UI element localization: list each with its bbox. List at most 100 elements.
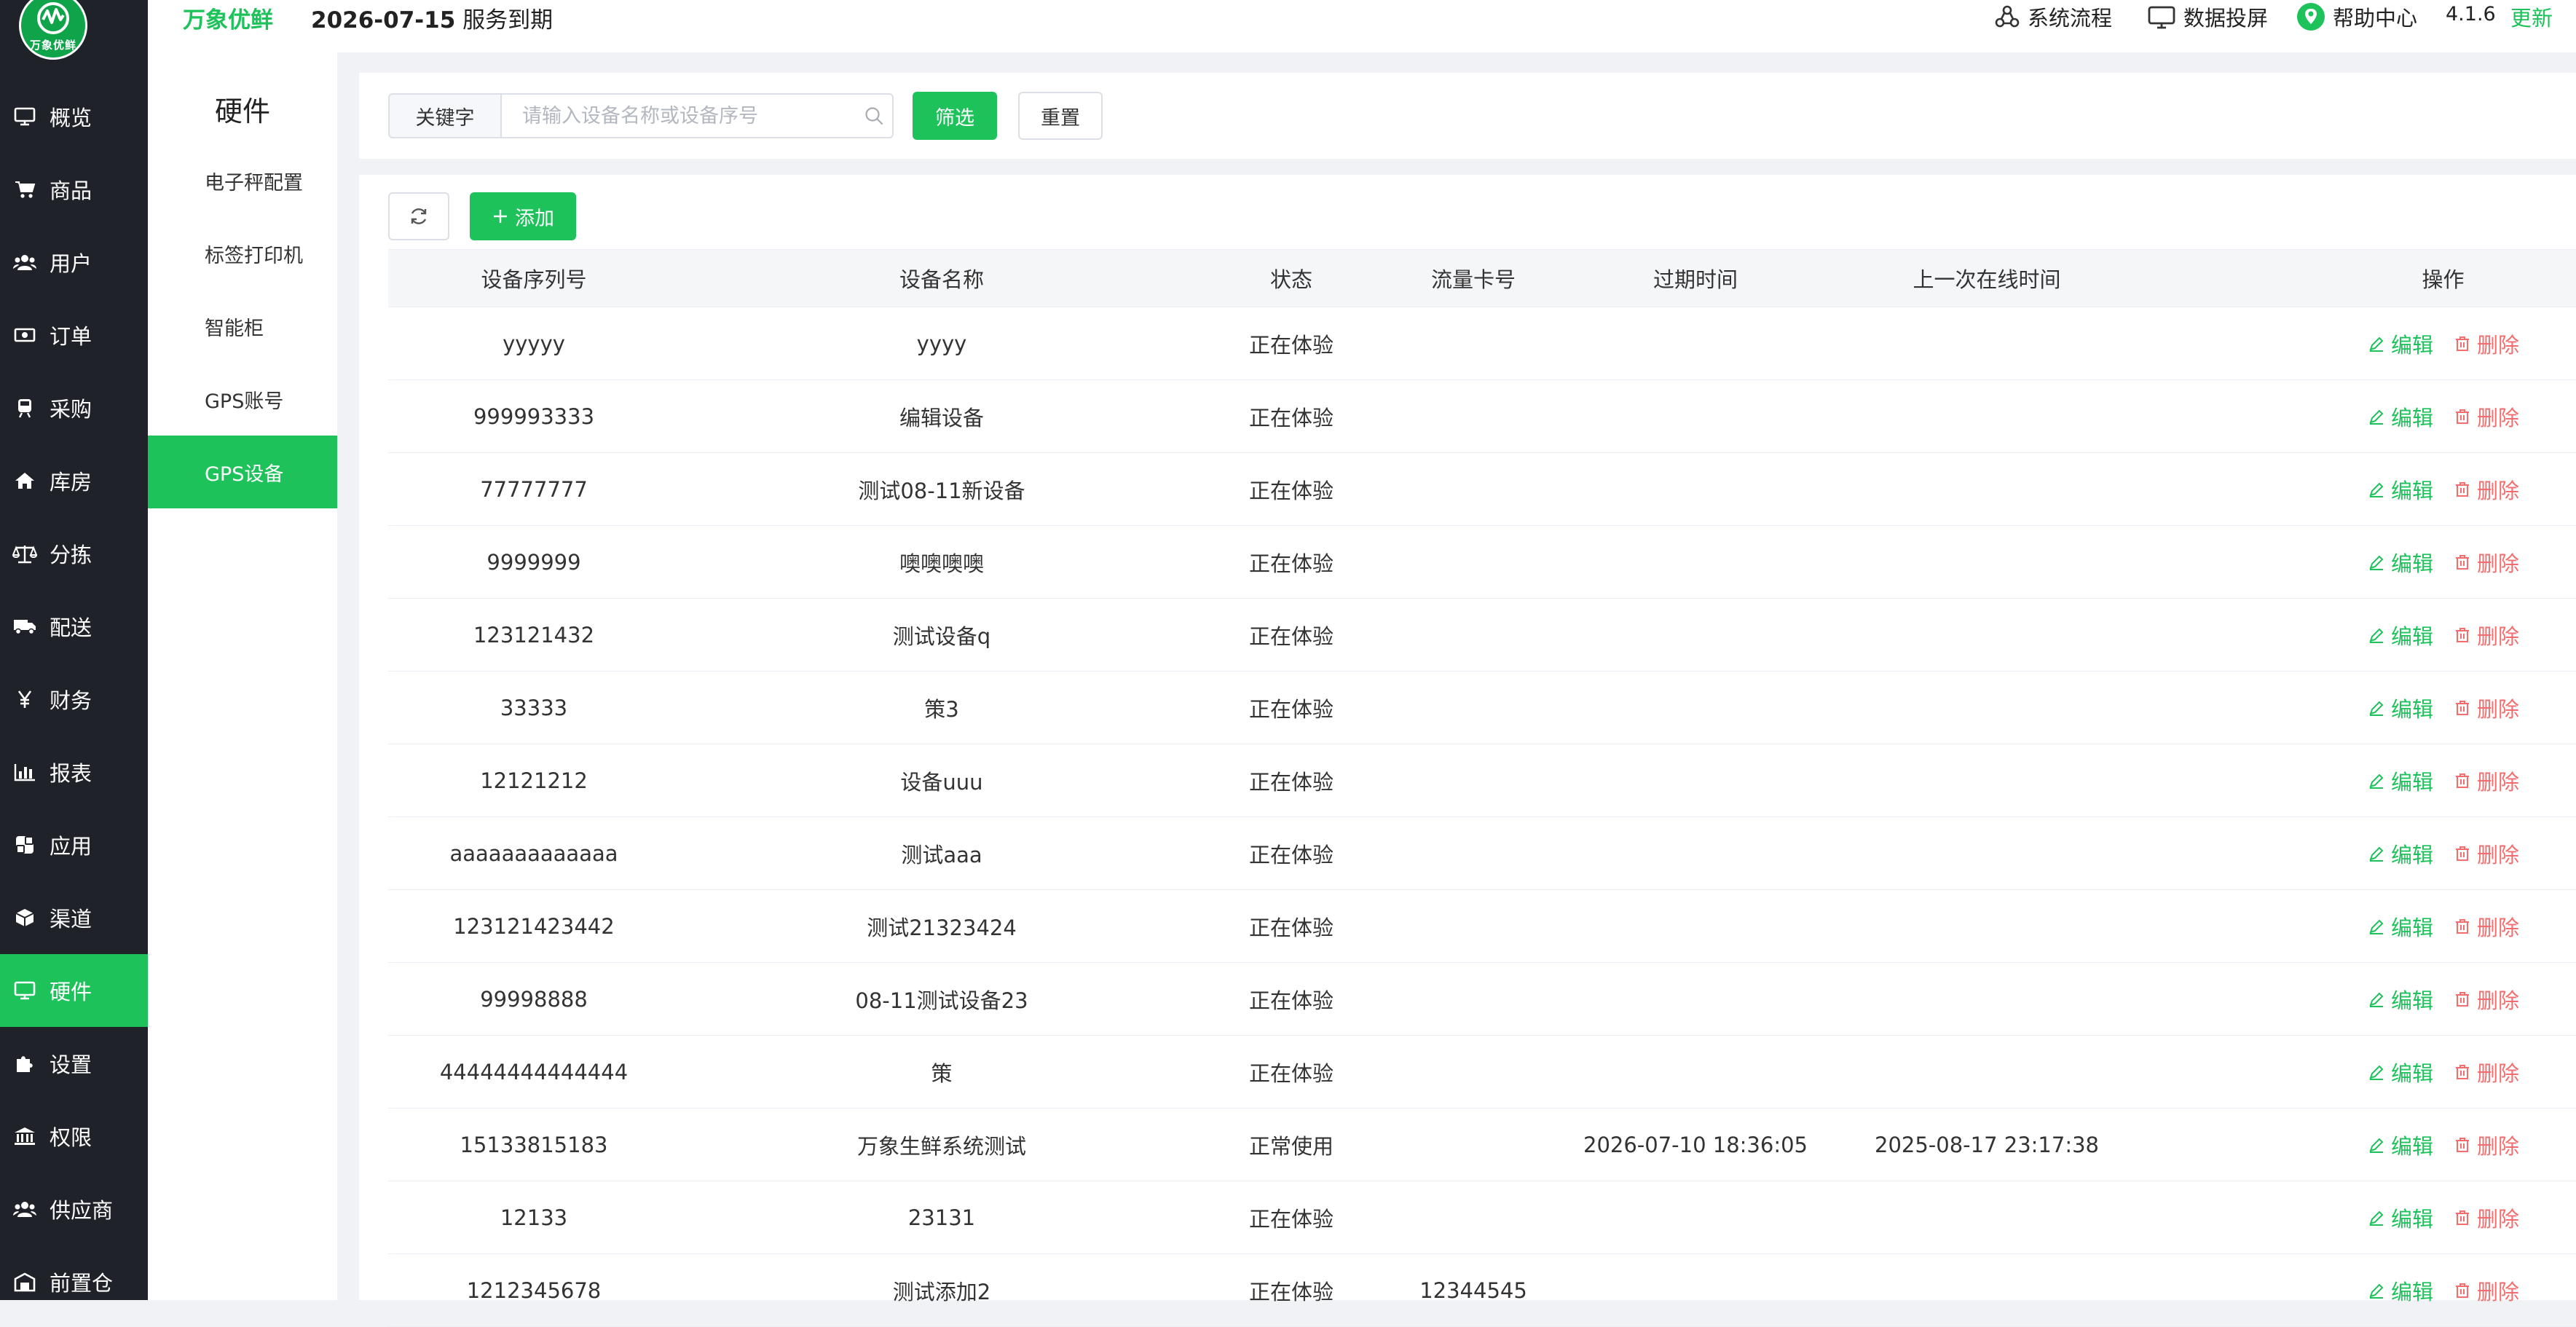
sidebar-item-5[interactable]: 库房: [0, 444, 148, 517]
sidebar-item-0[interactable]: 概览: [0, 80, 148, 153]
brand-logo[interactable]: 万象优鲜: [19, 0, 87, 60]
refresh-icon: [411, 208, 427, 224]
sidebar-item-14[interactable]: 权限: [0, 1100, 148, 1173]
refresh-button[interactable]: [388, 192, 449, 240]
edit-button[interactable]: 编辑: [2368, 547, 2433, 578]
delete-button[interactable]: 删除: [2454, 984, 2519, 1015]
cell-actions: 编辑 删除: [2151, 379, 2576, 453]
trash-icon: [2456, 846, 2469, 861]
sidebar-item-8[interactable]: 财务: [0, 663, 148, 736]
cell-last-online: [1823, 1181, 2151, 1254]
edit-button[interactable]: 编辑: [2368, 328, 2433, 359]
edit-button[interactable]: 编辑: [2368, 911, 2433, 942]
sidebar-item-label: 应用: [50, 834, 92, 859]
trash-icon: [2456, 700, 2469, 715]
delete-button[interactable]: 删除: [2454, 474, 2519, 505]
sidebar-item-9[interactable]: 报表: [0, 736, 148, 808]
sidebar-item-11[interactable]: 渠道: [0, 881, 148, 954]
column-header[interactable]: 状态: [1204, 249, 1379, 307]
device-list-panel: 添加 设备序列号 设备名称 状态 流量卡号 过期时间 上一次在线时间 操作 yy…: [359, 175, 2576, 1327]
keyword-search-input[interactable]: [500, 93, 894, 138]
edit-button[interactable]: 编辑: [2368, 474, 2433, 505]
keyword-label: 关键字: [388, 93, 500, 138]
subnav-item-3[interactable]: GPS账号: [148, 363, 337, 436]
sidebar-item-13[interactable]: 设置: [0, 1027, 148, 1100]
users-icon: [12, 251, 38, 273]
sidebar-item-label: 权限: [50, 1125, 92, 1150]
delete-button[interactable]: 删除: [2454, 693, 2519, 723]
sidebar-item-2[interactable]: 用户: [0, 226, 148, 299]
table-row: aaaaaaaaaaaaa 测试aaa 正在体验 编辑 删除: [388, 816, 2576, 890]
sidebar-item-15[interactable]: 供应商: [0, 1173, 148, 1245]
desktop-icon: [12, 980, 38, 1001]
column-header[interactable]: 过期时间: [1568, 249, 1823, 307]
subnav-item-0[interactable]: 电子秤配置: [148, 144, 337, 217]
edit-button[interactable]: 编辑: [2368, 984, 2433, 1015]
edit-button[interactable]: 编辑: [2368, 1130, 2433, 1160]
edit-icon: [2369, 336, 2384, 352]
edit-label: 编辑: [2390, 332, 2433, 358]
sidebar-item-1[interactable]: 商品: [0, 153, 148, 226]
subnav-item-1[interactable]: 标签打印机: [148, 217, 337, 290]
sidebar-item-7[interactable]: 配送: [0, 590, 148, 663]
sidebar-item-6[interactable]: 分拣: [0, 517, 148, 590]
cell-last-online: 2025-08-17 23:17:38: [1823, 1108, 2151, 1181]
delete-button[interactable]: 删除: [2454, 1130, 2519, 1160]
row-actions: 编辑 删除: [2151, 984, 2575, 1015]
edit-icon: [2369, 992, 2384, 1007]
row-actions: 编辑 删除: [2151, 328, 2575, 359]
sidebar-item-16[interactable]: 前置仓: [0, 1245, 148, 1318]
row-actions: 编辑 删除: [2151, 765, 2575, 796]
subnav-item-2[interactable]: 智能柜: [148, 290, 337, 363]
column-header[interactable]: 流量卡号: [1379, 249, 1568, 307]
edit-button[interactable]: 编辑: [2368, 1275, 2433, 1306]
column-header[interactable]: 上一次在线时间: [1823, 249, 2151, 307]
search-icon[interactable]: [864, 106, 884, 126]
add-device-button[interactable]: 添加: [470, 192, 576, 240]
edit-label: 编辑: [2390, 623, 2433, 649]
cell-card: [1379, 525, 1568, 599]
delete-button[interactable]: 删除: [2454, 620, 2519, 650]
data-screen-link[interactable]: 数据投屏: [2147, 1, 2268, 32]
cell-serial: 123121423442: [388, 889, 680, 963]
update-link[interactable]: 更新: [2510, 1, 2553, 32]
table-row: 99998888 08-11测试设备23 正在体验 编辑 删除: [388, 962, 2576, 1036]
subnav-item-4[interactable]: GPS设备: [148, 436, 337, 508]
cell-expire: [1568, 744, 1823, 817]
edit-button[interactable]: 编辑: [2368, 1057, 2433, 1087]
delete-button[interactable]: 删除: [2454, 838, 2519, 869]
cell-actions: 编辑 删除: [2151, 525, 2576, 599]
delete-button[interactable]: 删除: [2454, 401, 2519, 432]
delete-button[interactable]: 删除: [2454, 1057, 2519, 1087]
delete-button[interactable]: 删除: [2454, 765, 2519, 796]
edit-button[interactable]: 编辑: [2368, 1202, 2433, 1233]
edit-button[interactable]: 编辑: [2368, 693, 2433, 723]
edit-label: 编辑: [2390, 696, 2433, 722]
table-row: 123121432 测试设备q 正在体验 编辑 删除: [388, 598, 2576, 672]
sidebar-item-12[interactable]: 硬件: [0, 954, 148, 1027]
column-header[interactable]: 设备序列号: [388, 249, 680, 307]
edit-button[interactable]: 编辑: [2368, 765, 2433, 796]
brand-name[interactable]: 万象优鲜: [183, 1, 273, 34]
cell-name: 08-11测试设备23: [680, 962, 1204, 1036]
column-header[interactable]: 设备名称: [680, 249, 1204, 307]
edit-button[interactable]: 编辑: [2368, 838, 2433, 869]
cell-status: 正在体验: [1204, 671, 1379, 744]
delete-button[interactable]: 删除: [2454, 547, 2519, 578]
delete-button[interactable]: 删除: [2454, 1202, 2519, 1233]
sidebar-item-10[interactable]: 应用: [0, 808, 148, 881]
cell-card: [1379, 1181, 1568, 1254]
filter-button[interactable]: 筛选: [913, 92, 997, 140]
delete-button[interactable]: 删除: [2454, 1275, 2519, 1306]
reset-button[interactable]: 重置: [1018, 92, 1103, 140]
sidebar-item-3[interactable]: 订单: [0, 299, 148, 371]
system-flow-link[interactable]: 系统流程: [1994, 1, 2112, 32]
delete-button[interactable]: 删除: [2454, 328, 2519, 359]
cell-name: 万象生鲜系统测试: [680, 1108, 1204, 1181]
delete-button[interactable]: 删除: [2454, 911, 2519, 942]
edit-button[interactable]: 编辑: [2368, 620, 2433, 650]
edit-button[interactable]: 编辑: [2368, 401, 2433, 432]
sidebar-item-4[interactable]: 采购: [0, 371, 148, 444]
money-icon: [12, 324, 38, 346]
help-center-link[interactable]: 帮助中心: [2296, 1, 2417, 32]
